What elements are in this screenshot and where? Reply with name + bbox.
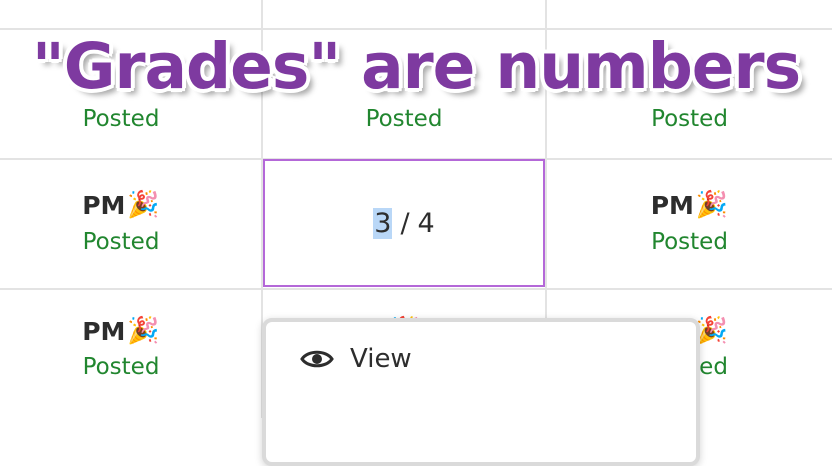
- grade-cell[interactable]: Posted: [263, 100, 545, 140]
- menu-item-view[interactable]: View: [300, 344, 412, 374]
- status-label: Posted: [82, 228, 160, 255]
- grade-value: PM 🎉: [650, 190, 729, 221]
- eye-icon: [300, 350, 334, 368]
- grade-cell[interactable]: PM 🎉 Posted: [0, 160, 242, 288]
- grade-separator: /: [400, 207, 410, 239]
- grade-score-input[interactable]: 3: [373, 207, 393, 239]
- grade-cell[interactable]: Posted: [547, 100, 832, 140]
- caption-banner: "Grades" are numbers: [31, 30, 801, 103]
- party-popper-icon: 🎉: [127, 316, 160, 346]
- status-label: Posted: [365, 106, 443, 133]
- grade-edit-cell[interactable]: 3 / 4: [263, 159, 545, 287]
- grade-value: PM 🎉: [82, 190, 160, 221]
- grade-cell[interactable]: Posted: [0, 100, 242, 140]
- grade-cell[interactable]: PM 🎉 Posted: [0, 290, 242, 418]
- party-popper-icon: 🎉: [695, 190, 729, 221]
- grade-cell[interactable]: PM 🎉 Posted: [547, 160, 832, 288]
- status-label: Posted: [651, 106, 728, 133]
- grade-total: 4: [417, 207, 435, 239]
- status-label: Posted: [651, 228, 728, 255]
- party-popper-icon: 🎉: [127, 190, 160, 221]
- status-label: Posted: [82, 354, 160, 381]
- cell-context-menu: View: [262, 318, 700, 466]
- party-popper-icon: 🎉: [695, 316, 729, 346]
- menu-item-label: View: [350, 344, 412, 374]
- status-label: Posted: [82, 106, 160, 133]
- grade-value: PM 🎉: [82, 316, 160, 346]
